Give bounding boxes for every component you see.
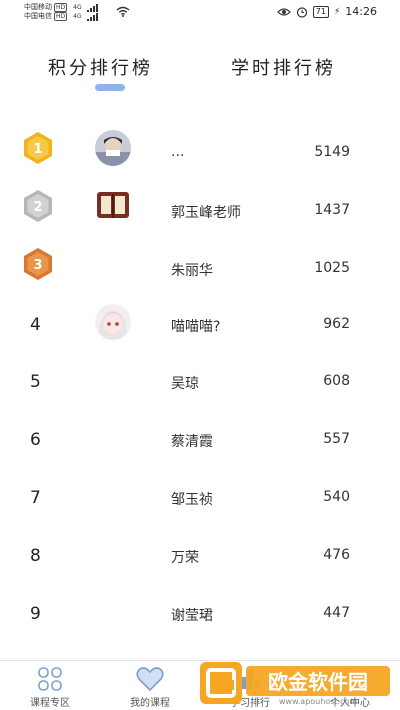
ranking-row[interactable]: 9 谢莹珺 447 (0, 584, 400, 642)
rank-number: 4 (30, 315, 41, 335)
tab-points-ranking[interactable]: 积分排行榜 (48, 54, 153, 80)
eye-icon (276, 7, 291, 16)
rank-number: 5 (30, 372, 41, 392)
user-name: 万荣 (171, 550, 199, 566)
rank-number: 8 (30, 546, 41, 566)
avatar-anime-girl (95, 304, 131, 340)
network-type: 4G (73, 4, 82, 11)
user-score: 447 (323, 605, 350, 621)
watermark-url: www.apouhost.com (279, 697, 357, 706)
battery-icon: 71 (312, 5, 329, 18)
svg-text:3: 3 (33, 258, 42, 273)
user-score: 608 (323, 373, 350, 389)
rank-number: 7 (30, 488, 41, 508)
gold-medal-icon: 1 (22, 130, 54, 166)
ranking-row[interactable]: 5 吴琼 608 (0, 352, 400, 410)
hd-badge: HD (54, 3, 68, 12)
nav-my-courses[interactable]: 我的课程 (105, 665, 195, 709)
user-name: 蔡清霞 (171, 434, 213, 450)
wifi-icon (116, 6, 130, 17)
user-score: 1437 (314, 202, 350, 218)
watermark-text: 欧金软件园 (268, 670, 368, 694)
charging-icon: ⚡ (333, 6, 341, 17)
carrier-1: 中国移动 (24, 3, 52, 11)
clock-time: 14:26 (345, 5, 377, 18)
user-score: 1025 (314, 260, 350, 276)
active-tab-indicator (95, 84, 125, 91)
ranking-row[interactable]: 6 蔡清霞 557 (0, 410, 400, 468)
bronze-medal-icon: 3 (22, 246, 54, 282)
user-name: 喵喵喵? (171, 319, 221, 335)
carrier-2: 中国电信 (24, 12, 52, 20)
user-name: 郭玉峰老师 (171, 205, 241, 221)
user-name: 谢莹珺 (171, 608, 213, 624)
user-score: 962 (323, 316, 350, 332)
svg-text:1: 1 (33, 142, 42, 157)
heart-icon (136, 667, 164, 692)
user-name: ... (171, 144, 185, 160)
ranking-row[interactable]: 4 喵喵喵? 962 (0, 294, 400, 352)
user-name: 朱丽华 (171, 263, 213, 279)
ranking-row[interactable]: 2 郭玉峰老师 1437 (0, 178, 400, 236)
nav-label: 课程专区 (30, 698, 70, 709)
status-bar: 中国移动 HD 4G 中国电信 HD 4G 71 ⚡ 14:26 (0, 0, 400, 26)
user-score: 540 (323, 489, 350, 505)
silver-medal-icon: 2 (22, 188, 54, 224)
watermark-logo: 欧金软件园 www.apouhost.com (200, 660, 392, 706)
nav-label: 我的课程 (130, 698, 170, 709)
rank-number: 6 (30, 430, 41, 450)
carrier-info: 中国移动 HD 4G 中国电信 HD 4G (24, 3, 98, 21)
rank-number: 9 (30, 604, 41, 624)
tab-hours-ranking[interactable]: 学时排行榜 (231, 54, 336, 80)
network-type: 4G (73, 13, 82, 20)
nav-course-zone[interactable]: 课程专区 (5, 665, 95, 709)
ranking-row[interactable]: 7 邹玉祯 540 (0, 468, 400, 526)
status-right: 71 ⚡ 14:26 (276, 5, 377, 18)
signal-icon (86, 12, 98, 21)
signal-icon (86, 3, 98, 12)
hd-badge: HD (54, 12, 68, 21)
user-score: 476 (323, 547, 350, 563)
book-icon (95, 188, 131, 224)
user-name: 吴琼 (171, 376, 199, 392)
user-score: 557 (323, 431, 350, 447)
user-score: 5149 (314, 144, 350, 160)
alarm-icon (296, 6, 307, 18)
avatar-user-photo (95, 130, 131, 166)
user-name: 邹玉祯 (171, 492, 213, 508)
ranking-row[interactable]: 8 万荣 476 (0, 526, 400, 584)
ranking-tabs: 积分排行榜 学时排行榜 (0, 54, 400, 94)
grid-icon (38, 667, 62, 691)
ranking-row[interactable]: 1 ... 5149 (0, 120, 400, 178)
svg-text:2: 2 (33, 200, 42, 215)
ranking-row[interactable]: 3 朱丽华 1025 (0, 236, 400, 294)
